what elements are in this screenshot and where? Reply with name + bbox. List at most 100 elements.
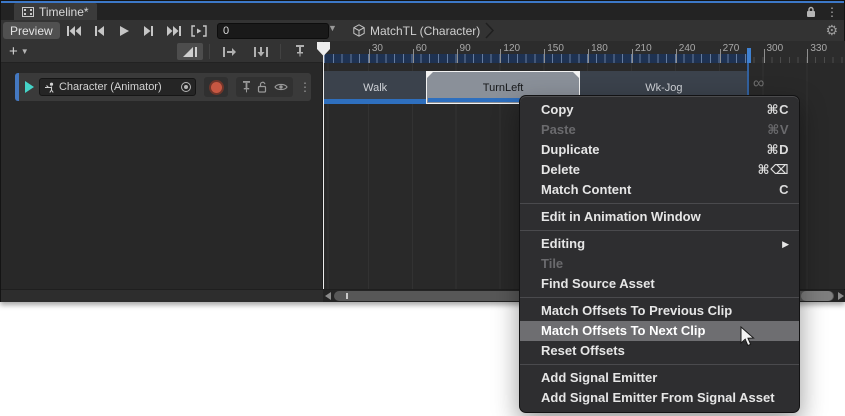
title-bar: Timeline* ⋮: [1, 3, 844, 20]
add-track-button[interactable]: + ▼: [9, 43, 29, 60]
time-ruler[interactable]: 306090120150180210240270300330360: [323, 41, 845, 63]
edit-mode-buttons: [177, 43, 313, 60]
film-icon: [22, 7, 34, 17]
toolbar-separator: [280, 44, 281, 59]
frame-dropdown-caret[interactable]: ▼: [328, 23, 337, 33]
ripple-mode-button[interactable]: [216, 43, 242, 60]
track-color-bar: [15, 73, 19, 101]
clip-stripe: [324, 99, 426, 104]
scroll-left-icon[interactable]: [325, 292, 331, 300]
menu-item-delete[interactable]: Delete ⌘⌫: [520, 160, 799, 180]
frame-input[interactable]: 0: [217, 23, 329, 39]
menu-item-label: Tile: [541, 254, 563, 274]
menu-item-shortcut: ⌘⌫: [758, 160, 789, 180]
playhead-line: [323, 54, 324, 289]
screenshot-stage: Timeline* ⋮ Preview: [0, 0, 845, 416]
menu-item-add-signal-emitter-from-signal-asset[interactable]: Add Signal Emitter From Signal Asset: [520, 388, 799, 408]
blend-handle-right[interactable]: [573, 72, 579, 78]
menu-item-shortcut: ⌘D: [767, 140, 789, 160]
menu-item-label: Match Content: [541, 180, 631, 200]
gear-icon[interactable]: ⚙: [825, 21, 838, 40]
clip-label: TurnLeft: [483, 82, 524, 94]
replace-mode-button[interactable]: [248, 43, 274, 60]
lock-icon[interactable]: [806, 6, 816, 18]
play-button[interactable]: [111, 22, 136, 39]
playhead-handle[interactable]: [317, 42, 330, 61]
scroll-right-icon[interactable]: [838, 292, 844, 300]
unlock-icon[interactable]: [257, 81, 268, 93]
scrollbar-zoom-handle[interactable]: [346, 293, 348, 299]
record-button[interactable]: [204, 77, 228, 97]
clip-label: Wk-Jog: [645, 82, 682, 94]
playback-toolbar: Preview 0 ▼: [1, 20, 844, 41]
menu-item-label: Add Signal Emitter: [541, 368, 657, 388]
submenu-arrow-icon: ▶: [782, 234, 789, 254]
infinity-icon: ∞: [753, 75, 764, 93]
menu-item-label: Find Source Asset: [541, 274, 655, 294]
next-frame-button[interactable]: [136, 22, 161, 39]
previous-frame-button[interactable]: [86, 22, 111, 39]
menu-item-shortcut: C: [779, 180, 789, 200]
menu-item-match-content[interactable]: Match Content C: [520, 180, 799, 200]
kebab-menu-icon[interactable]: ⋮: [826, 6, 838, 18]
animator-avatar-icon: [44, 82, 55, 93]
track-header-character[interactable]: Character (Animator) ⋮: [15, 73, 311, 101]
menu-item-editing[interactable]: Editing ▶: [520, 234, 799, 254]
menu-item-label: Match Offsets To Next Clip: [541, 321, 705, 341]
track-binding-field[interactable]: Character (Animator): [39, 78, 196, 96]
cube-icon: [353, 24, 365, 37]
menu-item-add-signal-emitter[interactable]: Add Signal Emitter: [520, 368, 799, 388]
pin-icon[interactable]: [241, 81, 252, 93]
menu-separator: [520, 297, 799, 298]
track-toolbar: + ▼: [1, 41, 323, 63]
play-range-button[interactable]: [186, 22, 211, 39]
toolbar-separator: [209, 44, 210, 59]
track-options-group: [236, 77, 293, 97]
menu-item-shortcut: ⌘C: [767, 100, 789, 120]
menu-item-label: Reset Offsets: [541, 341, 625, 361]
menu-item-edit-in-animation-window[interactable]: Edit in Animation Window: [520, 207, 799, 227]
menu-item-copy[interactable]: Copy ⌘C: [520, 100, 799, 120]
breadcrumb-chevron-icon: [485, 22, 494, 39]
tab-timeline[interactable]: Timeline*: [14, 3, 97, 20]
scrollbar-zoom-handle-right[interactable]: [801, 291, 833, 301]
go-to-end-button[interactable]: [161, 22, 186, 39]
breadcrumb-label: MatchTL (Character): [370, 24, 480, 38]
pin-markers-button[interactable]: [287, 43, 313, 60]
track-kebab-menu-icon[interactable]: ⋮: [299, 81, 311, 93]
menu-item-paste: Paste ⌘V: [520, 120, 799, 140]
blend-handle-left[interactable]: [427, 72, 433, 78]
menu-item-shortcut: ⌘V: [767, 120, 789, 140]
object-picker-icon[interactable]: [181, 82, 191, 92]
tab-title: Timeline*: [39, 5, 89, 19]
menu-item-find-source-asset[interactable]: Find Source Asset: [520, 274, 799, 294]
menu-item-tile: Tile: [520, 254, 799, 274]
ruler-duration-range: [324, 54, 750, 63]
menu-item-label: Paste: [541, 120, 576, 140]
breadcrumb[interactable]: MatchTL (Character): [353, 20, 494, 41]
menu-item-label: Edit in Animation Window: [541, 207, 701, 227]
animation-track-icon: [25, 81, 34, 93]
mix-mode-button[interactable]: [177, 43, 203, 60]
menu-item-label: Editing: [541, 234, 585, 254]
eye-icon[interactable]: [274, 82, 288, 92]
record-dot-icon: [211, 82, 222, 93]
menu-separator: [520, 203, 799, 204]
menu-item-label: Copy: [541, 100, 574, 120]
menu-item-match-offsets-to-next-clip[interactable]: Match Offsets To Next Clip: [520, 321, 799, 341]
clip-walk[interactable]: Walk: [324, 71, 426, 104]
menu-item-reset-offsets[interactable]: Reset Offsets: [520, 341, 799, 361]
clip-label: Walk: [363, 82, 387, 94]
chevron-down-icon: ▼: [21, 47, 29, 56]
menu-item-duplicate[interactable]: Duplicate ⌘D: [520, 140, 799, 160]
menu-item-label: Delete: [541, 160, 580, 180]
track-binding-name: Character (Animator): [59, 81, 177, 93]
menu-item-label: Duplicate: [541, 140, 600, 160]
preview-toggle[interactable]: Preview: [3, 22, 60, 39]
menu-separator: [520, 230, 799, 231]
go-to-start-button[interactable]: [61, 22, 86, 39]
timeline-end-marker[interactable]: [747, 48, 751, 63]
menu-item-match-offsets-to-previous-clip[interactable]: Match Offsets To Previous Clip: [520, 301, 799, 321]
transport-controls: [61, 22, 211, 39]
menu-separator: [520, 364, 799, 365]
